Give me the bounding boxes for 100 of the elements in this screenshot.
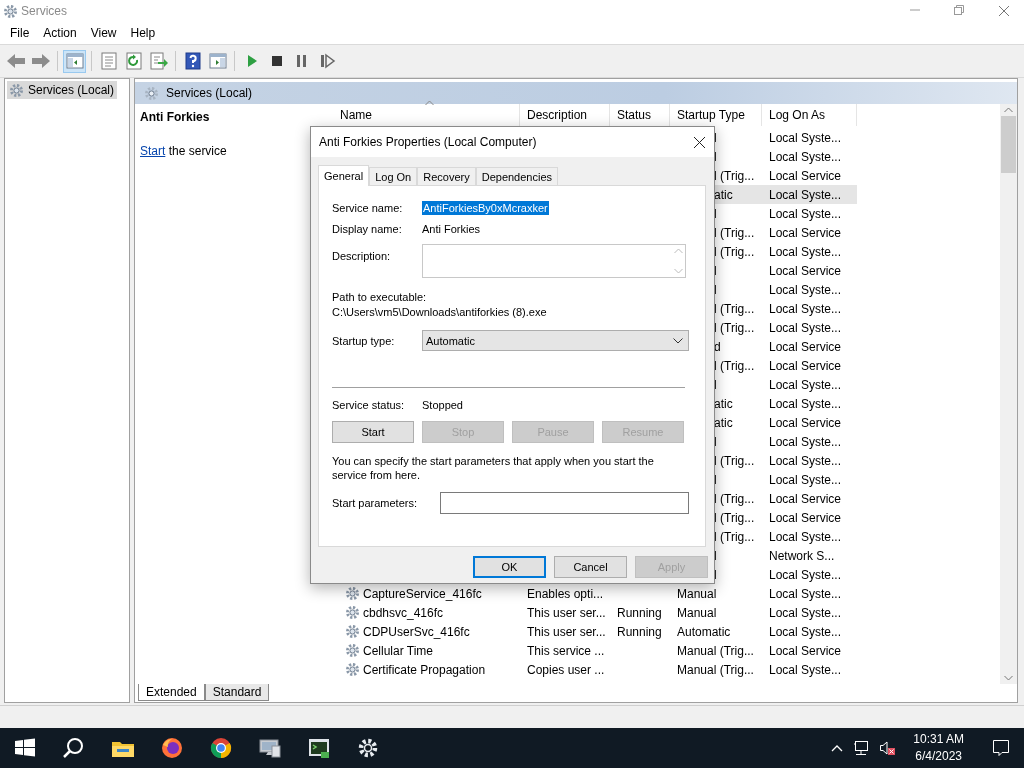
service-name-value[interactable]: AntiForkiesBy0xMcraxker xyxy=(422,201,549,215)
close-icon[interactable] xyxy=(693,135,706,149)
start-parameters-field[interactable] xyxy=(440,492,689,514)
service-row[interactable]: l Network S... xyxy=(714,546,857,565)
menu-item[interactable]: View xyxy=(83,24,124,42)
table-cell-text: l xyxy=(714,567,718,582)
table-cell-text: Local Service xyxy=(768,643,843,658)
table-cell-text: l (Trig... xyxy=(714,491,756,506)
gear-icon xyxy=(346,587,359,600)
table-cell-text: atic xyxy=(714,187,734,202)
service-row[interactable]: cbdhsvc_416fc This user ser... Running Manual Local Syste... xyxy=(333,603,857,622)
table-cell-text: l xyxy=(714,434,718,449)
notification-icon[interactable] xyxy=(992,739,1010,757)
table-cell-text: Local Service xyxy=(768,225,843,240)
service-row[interactable]: atic Local Syste... xyxy=(714,394,857,413)
service-row[interactable]: CDPUserSvc_416fc This user ser... Running Automatic Local Syste... xyxy=(333,622,857,641)
service-row[interactable]: l Local Syste... xyxy=(714,375,857,394)
menu-item[interactable]: File xyxy=(3,24,37,42)
gear-icon xyxy=(346,644,359,657)
table-cell-text: Automatic xyxy=(676,624,732,639)
table-cell-text: Local Service xyxy=(768,358,843,373)
service-row[interactable]: atic Local Syste... xyxy=(714,185,857,204)
tree-item[interactable]: Services (Local) xyxy=(7,81,118,99)
table-cell-text: l (Trig... xyxy=(714,453,756,468)
speaker-muted-icon[interactable] xyxy=(879,740,898,756)
table-cell-text: Local Syste... xyxy=(768,377,843,392)
menu-item[interactable]: Action xyxy=(36,24,84,42)
table-cell-text: Copies user ... xyxy=(526,662,606,677)
service-row[interactable]: l (Trig... Local Syste... xyxy=(714,242,857,261)
service-row[interactable]: Cellular Time This service ... Manual (Trig... Local Service xyxy=(333,641,857,660)
service-row[interactable]: d Local Service xyxy=(714,337,857,356)
table-cell-text: Local Service xyxy=(768,263,843,278)
dialog-title: Anti Forkies Properties (Local Computer) xyxy=(319,135,537,149)
clock[interactable]: 10:31 AM 6/4/2023 xyxy=(907,731,970,765)
dialog-tab[interactable]: General xyxy=(318,165,370,186)
startup-type-dropdown[interactable]: Automatic xyxy=(422,330,689,351)
dialog-tab[interactable]: Recovery xyxy=(417,167,476,185)
properties-icon xyxy=(98,51,119,71)
service-button[interactable]: Start xyxy=(332,421,414,443)
table-cell-text: This service ... xyxy=(526,643,606,658)
service-row[interactable]: Certificate Propagation Copies user ... Manual (Trig... Local Syste... xyxy=(333,660,857,679)
table-cell-text: Local Syste... xyxy=(768,320,843,335)
service-row[interactable]: l Local Syste... xyxy=(714,470,857,489)
service-row[interactable]: l (Trig... Local Syste... xyxy=(714,318,857,337)
service-row[interactable]: l (Trig... Local Syste... xyxy=(714,451,857,470)
service-row[interactable]: l Local Service xyxy=(714,261,857,280)
table-cell-text: Local Syste... xyxy=(768,434,843,449)
service-row[interactable]: l (Trig... Local Service xyxy=(714,356,857,375)
service-row[interactable]: l (Trig... Local Service xyxy=(714,223,857,242)
service-row[interactable]: l Local Syste... xyxy=(714,280,857,299)
console-icon xyxy=(306,736,331,760)
table-cell-text: l (Trig... xyxy=(714,301,756,316)
service-row[interactable]: l (Trig... Local Service xyxy=(714,166,857,185)
table-cell-text: Manual (Trig... xyxy=(676,643,755,658)
dialog-button[interactable]: Cancel xyxy=(554,556,627,578)
table-cell-text: Local Syste... xyxy=(768,624,843,639)
table-cell-text: l xyxy=(714,130,718,145)
chevron-up-icon[interactable] xyxy=(831,744,844,752)
table-cell-text: Local Syste... xyxy=(768,586,843,601)
start-link[interactable]: Start xyxy=(140,144,166,158)
service-row[interactable]: atic Local Service xyxy=(714,413,857,432)
service-row[interactable]: l (Trig... Local Syste... xyxy=(714,299,857,318)
table-cell-text: l xyxy=(714,206,718,221)
network-icon[interactable] xyxy=(853,740,870,756)
field-label: Startup type: xyxy=(332,334,396,347)
menu-item[interactable]: Help xyxy=(123,24,163,42)
table-cell-text: Running xyxy=(616,605,663,620)
service-row[interactable]: l Local Syste... xyxy=(714,565,857,584)
table-cell-text: l xyxy=(714,149,718,164)
table-cell-text: Network S... xyxy=(768,548,836,563)
table-cell-text: Local Syste... xyxy=(768,244,843,259)
field-label: Service name: xyxy=(332,202,404,214)
table-cell-text: l xyxy=(714,263,718,278)
service-row[interactable]: l (Trig... Local Service xyxy=(714,489,857,508)
view-tab[interactable]: Extended xyxy=(138,684,205,702)
service-row[interactable]: l Local Syste... xyxy=(714,128,857,147)
table-cell-text: Local Syste... xyxy=(768,567,843,582)
service-row[interactable]: l Local Syste... xyxy=(714,204,857,223)
service-row[interactable]: l Local Syste... xyxy=(714,432,857,451)
restore-icon[interactable] xyxy=(954,5,964,15)
service-row[interactable]: l (Trig... Local Service xyxy=(714,508,857,527)
export-icon xyxy=(148,51,169,71)
table-cell-text: Local Service xyxy=(768,491,843,506)
status-value: Stopped xyxy=(422,399,463,411)
scrollbar[interactable] xyxy=(1000,104,1017,685)
table-cell-text: Local Syste... xyxy=(768,301,843,316)
gear-icon xyxy=(346,625,359,638)
service-row[interactable]: l Local Syste... xyxy=(714,147,857,166)
pane-title: Services (Local) xyxy=(166,86,253,100)
service-row[interactable]: l (Trig... Local Syste... xyxy=(714,527,857,546)
table-cell-text: Local Service xyxy=(768,510,843,525)
service-title: Anti Forkies xyxy=(140,110,211,124)
scroll-thumb[interactable] xyxy=(1001,116,1016,173)
gear-icon xyxy=(4,4,17,18)
view-tab[interactable]: Standard xyxy=(204,684,270,702)
service-row[interactable]: CaptureService_416fc Enables opti... Manual Local Syste... xyxy=(333,584,857,603)
dialog-button[interactable]: OK xyxy=(473,556,546,578)
table-cell-text: Local Syste... xyxy=(768,282,843,297)
dialog-tab[interactable]: Log On xyxy=(369,167,418,185)
dialog-tab[interactable]: Dependencies xyxy=(475,167,559,185)
